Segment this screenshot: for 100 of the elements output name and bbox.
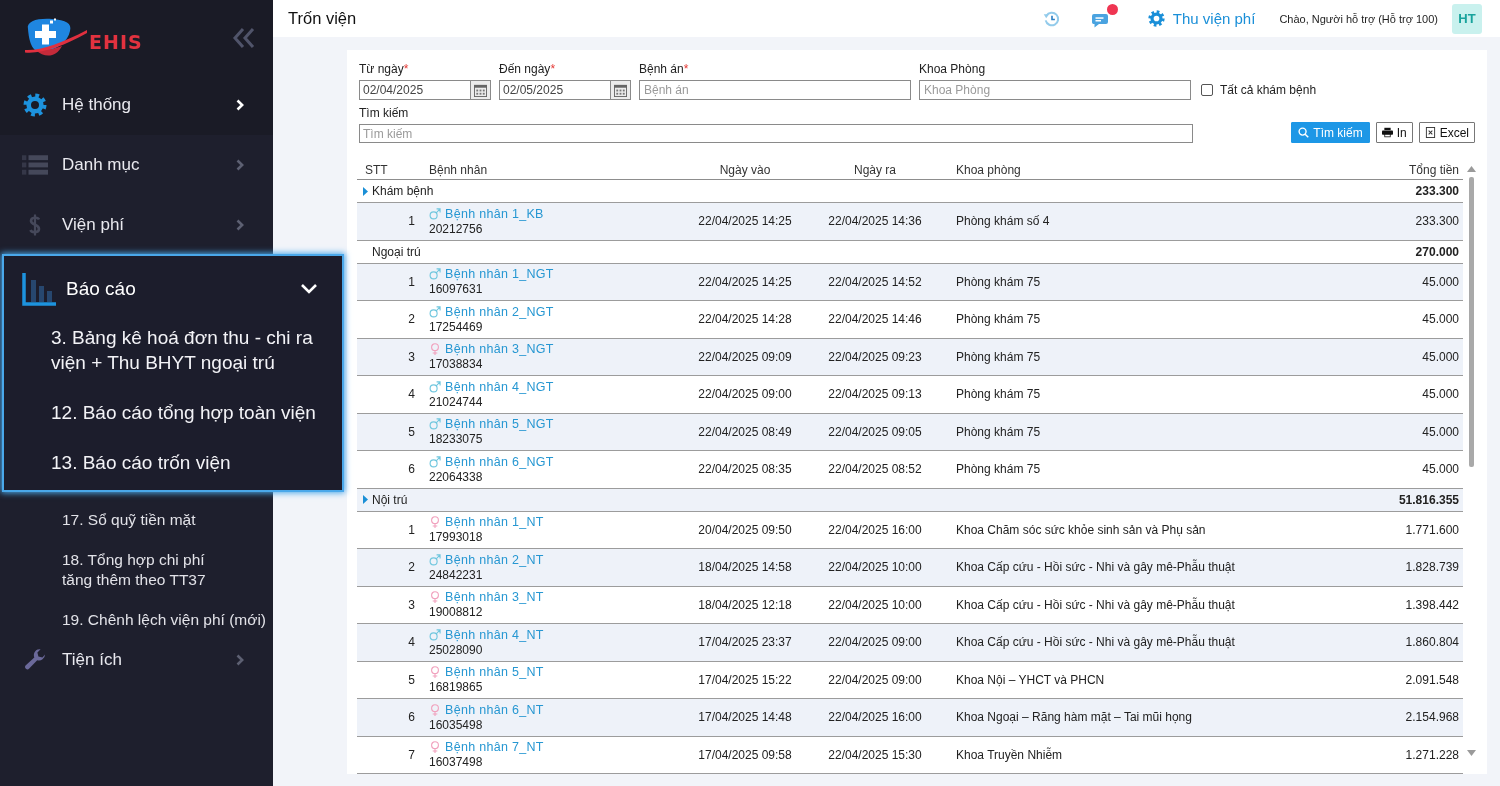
bar-chart-icon	[22, 272, 56, 306]
table-row[interactable]: 6 Bệnh nhân 6_NT 16035498 17/04/2025 14:48 22/04/2025 16:00 Khoa Ngoại – Răng hàm mặt – Tai mũi họng 2.154.968	[357, 699, 1463, 737]
action-button[interactable]: In	[1375, 122, 1413, 143]
group-total: 51.816.355	[1398, 492, 1459, 507]
table-row[interactable]: 3 Bệnh nhân 3_NGT 17038834 22/04/2025 09:09 22/04/2025 09:23 Phòng khám 75 45.000	[357, 338, 1463, 376]
table-cell-text: 18/04/2025 14:58	[697, 560, 793, 575]
input-field[interactable]: Khoa Phòng	[919, 80, 1191, 100]
calendar-button[interactable]	[611, 80, 631, 100]
checkbox[interactable]	[1201, 84, 1213, 96]
table-cell-text: 22/04/2025 10:00	[827, 560, 923, 575]
table-cell-text: 45.000	[1421, 349, 1460, 364]
table-cell-text: 2	[407, 312, 416, 327]
table-cell-text: 7	[407, 747, 416, 762]
table-cell-text: 6	[407, 710, 416, 725]
table-cell-text: 17/04/2025 14:48	[697, 710, 793, 725]
sidebar-item[interactable]: Viện phí	[0, 195, 273, 255]
table-cell-text: Khoa Chăm sóc sức khỏe sinh sản và Phụ sản	[955, 522, 1207, 537]
history-icon[interactable]	[1042, 9, 1061, 28]
search-field[interactable]: Tìm kiếm	[359, 124, 1193, 143]
input-field[interactable]: Bệnh án	[639, 80, 911, 100]
checkbox-label[interactable]: Tất cả khám bệnh	[1220, 83, 1317, 97]
submenu-item[interactable]: 18. Tổng hợp chi phí tăng thêm theo TT37	[62, 550, 273, 590]
submenu-item[interactable]: 17. Sổ quỹ tiền mặt	[62, 510, 273, 530]
table-cell-text: 22/04/2025 10:00	[827, 597, 923, 612]
date-field[interactable]: 02/05/2025	[499, 80, 611, 100]
patient-code: 19008812	[429, 605, 483, 620]
table-cell-text: Khoa Ngoại – Răng hàm mặt – Tai mũi họng	[955, 710, 1193, 725]
user-greeting: Chào, Người hỗ trợ (Hỗ trợ 100)	[1279, 12, 1438, 25]
table-cell-text: Khoa Nội – YHCT và PHCN	[955, 672, 1106, 687]
table-cell-text: 22/04/2025 09:00	[827, 635, 923, 650]
wrench-icon	[22, 648, 48, 672]
table-cell-text: 20/04/2025 09:50	[697, 522, 793, 537]
printer-icon	[1381, 127, 1393, 138]
patient-code: 16037498	[429, 755, 483, 770]
submenu-item[interactable]: 19. Chênh lệch viện phí (mới)	[62, 610, 273, 630]
table-cell-text: 22/04/2025 09:00	[697, 387, 793, 402]
table-row[interactable]: 2 Bệnh nhân 2_NT 24842231 18/04/2025 14:58 22/04/2025 10:00 Khoa Cấp cứu - Hồi sức - Nhi và gây mê-Phẫu thuật 1.828.739	[357, 549, 1463, 587]
table-cell-text: 22/04/2025 14:46	[827, 312, 923, 327]
sidebar-item[interactable]: Hệ thống	[0, 75, 273, 135]
group-name: Khám bệnh	[372, 184, 434, 198]
module-link[interactable]: Thu viện phí	[1147, 10, 1256, 27]
calendar-button[interactable]	[471, 80, 491, 100]
table-row[interactable]: 7 Bệnh nhân 7_NT 16037498 17/04/2025 09:58 22/04/2025 15:30 Khoa Truyền Nhiễm 1.271.228	[357, 736, 1463, 774]
table-cell-text: 5	[407, 424, 416, 439]
table-cell-text: 2.154.968	[1404, 710, 1460, 725]
scroll-up-icon[interactable]	[1466, 166, 1476, 172]
table-row[interactable]: 1 Bệnh nhân 1_NGT 16097631 22/04/2025 14:25 22/04/2025 14:52 Phòng khám 75 45.000	[357, 263, 1463, 301]
submenu-item[interactable]: 3. Bảng kê hoá đơn thu - chi ra viện + Thu BHYT ngoại trú	[4, 325, 342, 375]
calendar-icon	[474, 83, 487, 97]
table-row[interactable]: 2 Bệnh nhân 2_NGT 17254469 22/04/2025 14:28 22/04/2025 14:46 Phòng khám 75 45.000	[357, 301, 1463, 339]
submenu-item[interactable]: 13. Báo cáo trốn viện	[4, 450, 342, 475]
table-row[interactable]: 1 Bệnh nhân 1_KB 20212756 22/04/2025 14:25 22/04/2025 14:36 Phòng khám số 4 233.300	[357, 203, 1463, 241]
patient-code: 24842231	[429, 567, 483, 582]
table-cell-text: 3	[407, 349, 416, 364]
table-cell-text: 22/04/2025 14:25	[697, 214, 793, 229]
table-cell-text: Phòng khám số 4	[955, 214, 1051, 229]
table-cell-text: 1.398.442	[1404, 597, 1460, 612]
sidebar-item[interactable]: Tiện ích	[0, 630, 273, 690]
table-cell-text: 22/04/2025 15:30	[827, 747, 923, 762]
group-total: 270.000	[1415, 244, 1459, 259]
table-cell-text: 22/04/2025 14:36	[827, 214, 923, 229]
patient-code: 22064338	[429, 469, 483, 484]
column-header: Ngày vào	[718, 162, 772, 177]
sidebar-item[interactable]: Danh mục	[0, 135, 273, 195]
patient-code: 17038834	[429, 357, 483, 372]
gear-icon	[22, 93, 48, 117]
double-chevron-left-icon[interactable]	[232, 26, 256, 49]
table-cell-text: Phòng khám 75	[955, 424, 1042, 439]
table-cell-text: 22/04/2025 09:13	[827, 387, 923, 402]
sidebar-item[interactable]: Báo cáo	[4, 256, 342, 322]
table-cell-text: 45.000	[1421, 274, 1460, 289]
group-row[interactable]: Nội trú 51.816.355	[357, 488, 1463, 512]
table-cell-text: 17/04/2025 15:22	[697, 672, 793, 687]
expand-triangle-icon[interactable]	[363, 186, 368, 196]
scrollbar-thumb[interactable]	[1468, 177, 1474, 467]
patient-code: 21024744	[429, 394, 483, 409]
table-cell-text: 22/04/2025 09:05	[827, 424, 923, 439]
table-cell-text: 22/04/2025 14:25	[697, 274, 793, 289]
table-cell-text: 1	[407, 214, 416, 229]
group-row[interactable]: Ngoại trú 270.000	[357, 240, 1463, 264]
table-row[interactable]: 5 Bệnh nhân 5_NGT 18233075 22/04/2025 08:49 22/04/2025 09:05 Phòng khám 75 45.000	[357, 413, 1463, 451]
patient-code: 25028090	[429, 642, 483, 657]
column-header: Ngày ra	[853, 162, 897, 177]
action-button[interactable]: Excel	[1418, 122, 1475, 143]
table-row[interactable]: 4 Bệnh nhân 4_NT 25028090 17/04/2025 23:37 22/04/2025 09:00 Khoa Cấp cứu - Hồi sức - Nhi và gây mê-Phẫu thuật 1.860.804	[357, 624, 1463, 662]
table-cell-text: 4	[407, 635, 416, 650]
table-cell-text: 22/04/2025 08:52	[827, 462, 923, 477]
group-total: 233.300	[1415, 184, 1459, 198]
calendar-icon	[614, 83, 627, 97]
table-cell-text: 1.271.228	[1404, 747, 1460, 762]
table-cell-text: 3	[407, 597, 416, 612]
expand-triangle-icon[interactable]	[363, 495, 368, 504]
gear-icon	[1147, 10, 1165, 27]
date-field[interactable]: 02/04/2025	[359, 80, 471, 100]
submenu-item[interactable]: 12. Báo cáo tổng hợp toàn viện	[4, 400, 342, 425]
table-row[interactable]: 4 Bệnh nhân 4_NGT 21024744 22/04/2025 09:00 22/04/2025 09:13 Phòng khám 75 45.000	[357, 376, 1463, 414]
scroll-down-icon[interactable]	[1466, 750, 1476, 756]
patient-code: 16819865	[429, 680, 483, 695]
table-cell-text: 17/04/2025 23:37	[697, 635, 793, 650]
table-row[interactable]: 6 Bệnh nhân 6_NGT 22064338 22/04/2025 08:35 22/04/2025 08:52 Phòng khám 75 45.000	[357, 451, 1463, 489]
